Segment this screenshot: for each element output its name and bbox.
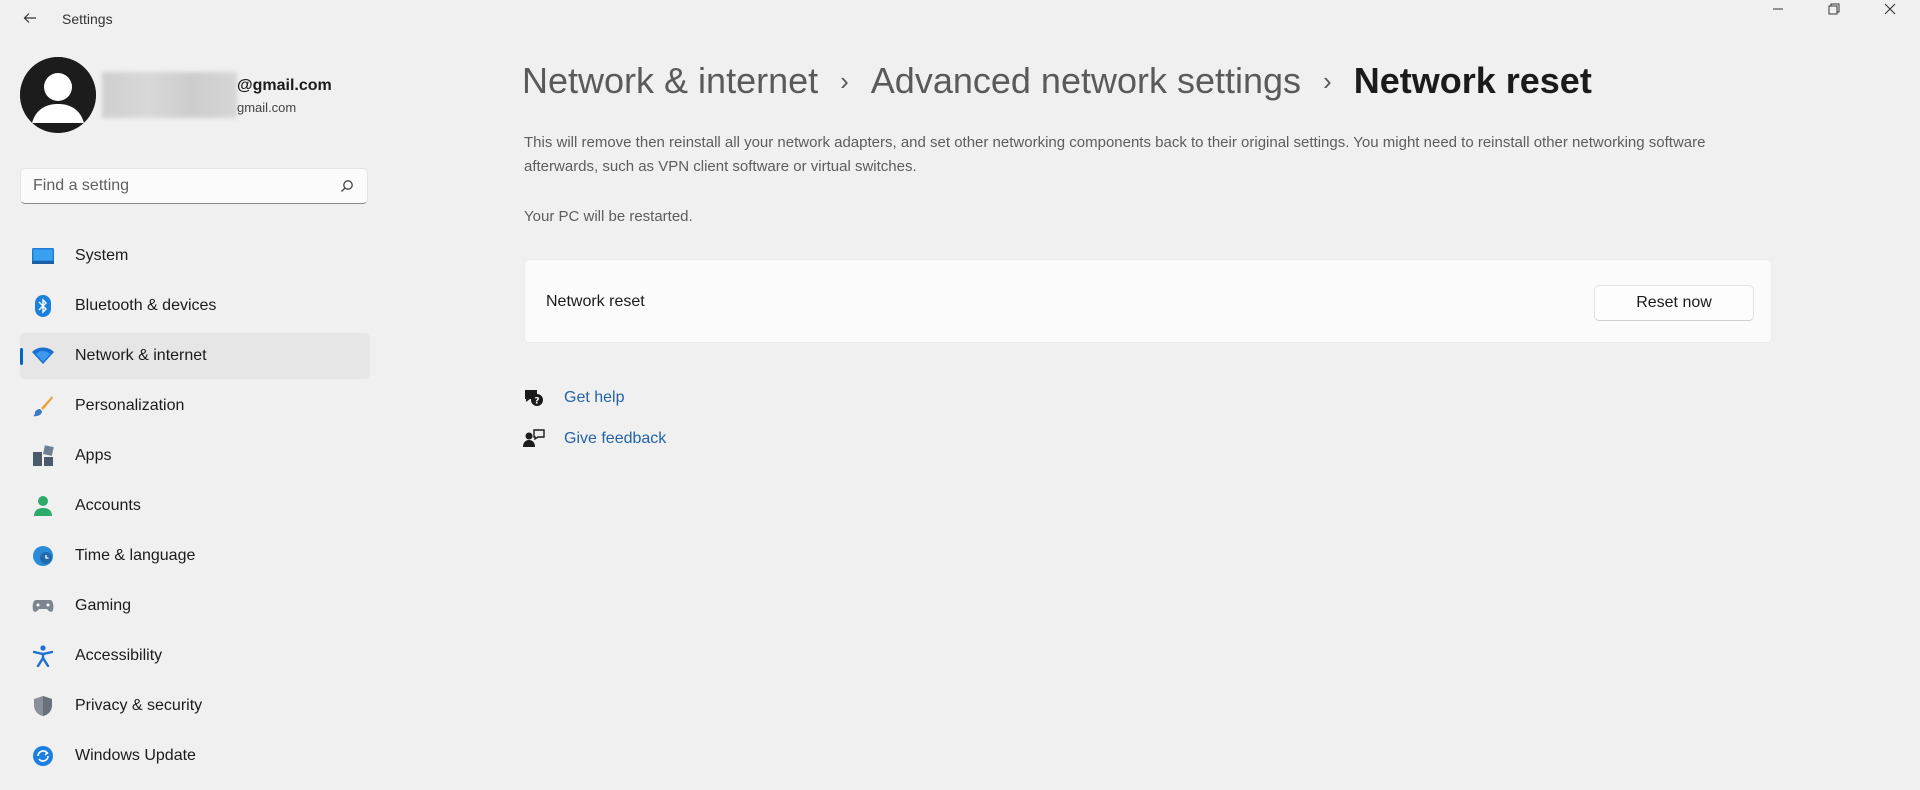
sidebar-item-gaming[interactable]: Gaming (20, 583, 370, 629)
bluetooth-icon (32, 295, 54, 317)
sidebar-item-network[interactable]: Network & internet (20, 333, 370, 379)
title-bar: Settings (0, 0, 1920, 40)
sidebar-item-apps[interactable]: Apps (20, 433, 370, 479)
sidebar-item-label: Windows Update (75, 747, 196, 764)
close-icon (1884, 3, 1896, 15)
card-label: Network reset (546, 293, 645, 310)
sidebar-item-privacy-security[interactable]: Privacy & security (20, 683, 370, 729)
help-chat-icon: ? (522, 386, 546, 410)
sidebar-item-label: Bluetooth & devices (75, 297, 217, 314)
minimize-icon (1773, 8, 1783, 10)
apps-icon (32, 445, 54, 467)
restore-button[interactable] (1806, 0, 1862, 18)
redacted-name (102, 72, 237, 118)
sidebar-item-label: Apps (75, 447, 112, 464)
restore-icon (1828, 3, 1840, 15)
sidebar-item-label: Accounts (75, 497, 141, 514)
sidebar-item-label: Privacy & security (75, 697, 203, 714)
back-button[interactable] (18, 6, 42, 30)
sidebar-item-time-language[interactable]: Time & language (20, 533, 370, 579)
accessibility-icon (32, 645, 54, 667)
search-input[interactable] (33, 169, 333, 203)
sidebar-item-label: System (75, 247, 129, 264)
app-title: Settings (62, 11, 113, 27)
breadcrumb-item-advanced[interactable]: Advanced network settings (871, 60, 1301, 102)
breadcrumb: Network & internet › Advanced network se… (522, 60, 1592, 102)
chevron-right-icon: › (840, 65, 849, 96)
network-reset-card: Network reset Reset now (524, 259, 1772, 343)
sidebar-item-label: Network & internet (75, 347, 207, 364)
shield-icon (32, 695, 54, 717)
sidebar-item-label: Gaming (75, 597, 132, 614)
sidebar-item-accounts[interactable]: Accounts (20, 483, 370, 529)
sidebar-item-label: Accessibility (75, 647, 163, 664)
sidebar-item-bluetooth[interactable]: Bluetooth & devices (20, 283, 370, 329)
chevron-right-icon: › (1323, 65, 1332, 96)
sidebar-item-label: Time & language (75, 547, 196, 564)
sidebar-item-label: Personalization (75, 397, 185, 414)
sidebar-item-personalization[interactable]: Personalization (20, 383, 370, 429)
reset-now-button[interactable]: Reset now (1594, 285, 1754, 321)
update-icon (32, 745, 54, 767)
restart-note: Your PC will be restarted. (524, 208, 693, 225)
minimize-button[interactable] (1750, 0, 1806, 18)
back-arrow-icon (23, 13, 36, 23)
close-button[interactable] (1862, 0, 1918, 18)
reset-description: This will remove then reinstall all your… (524, 134, 1706, 175)
search-box (20, 168, 368, 204)
wifi-icon (32, 345, 54, 367)
sidebar-item-system[interactable]: System (20, 233, 370, 279)
get-help-label[interactable]: Get help (564, 389, 624, 407)
active-indicator (20, 348, 23, 365)
avatar[interactable] (20, 57, 96, 133)
give-feedback-label[interactable]: Give feedback (564, 430, 666, 448)
page-title: Network reset (1353, 60, 1592, 101)
system-icon (32, 245, 54, 267)
user-silhouette-icon (20, 57, 96, 133)
account-email-secondary: gmail.com (237, 100, 297, 115)
breadcrumb-item-network[interactable]: Network & internet (522, 60, 818, 102)
sidebar-item-windows-update[interactable]: Windows Update (20, 733, 370, 779)
gamepad-icon (32, 595, 54, 617)
svg-text:?: ? (534, 397, 539, 407)
globe-clock-icon (32, 545, 54, 567)
person-icon (32, 495, 54, 517)
account-email: @gmail.com (237, 77, 332, 94)
search-icon[interactable] (339, 178, 355, 194)
get-help-link[interactable]: ? Get help (522, 386, 624, 410)
give-feedback-link[interactable]: Give feedback (522, 427, 666, 451)
sidebar-nav: System Bluetooth & devices Network & int… (20, 233, 370, 783)
sidebar-item-accessibility[interactable]: Accessibility (20, 633, 370, 679)
brush-icon (32, 395, 54, 417)
feedback-icon (522, 427, 546, 451)
